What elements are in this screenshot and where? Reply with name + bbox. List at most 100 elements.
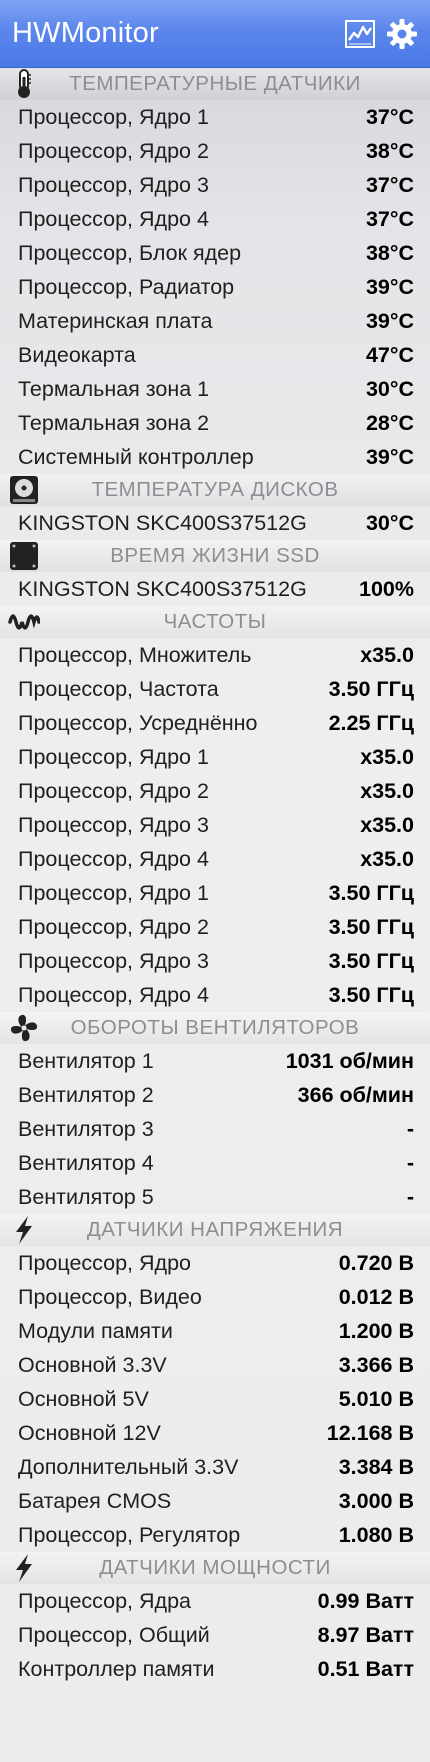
sensor-value: 1.080 В [338,1522,414,1547]
sensor-value: x35.0 [360,846,414,871]
sensor-label: Процессор, Ядро 4 [18,206,209,231]
sensor-row: Процессор, Регулятор 1.080 В [0,1518,430,1552]
section-title: ДАТЧИКИ НАПРЯЖЕНИЯ [86,1218,344,1241]
sensor-label: Вентилятор 3 [18,1116,154,1141]
sensor-value: 3.50 ГГц [328,914,414,939]
section-header-fans: ОБОРОТЫ ВЕНТИЛЯТОРОВ [0,1012,430,1044]
toolbar [344,18,418,50]
sensor-label: Процессор, Ядро 1 [18,104,209,129]
sensor-value: 100% [359,576,414,601]
lightning-icon [8,1216,40,1244]
sensor-value: 3.50 ГГц [328,880,414,905]
sensor-label: Процессор, Общий [18,1622,210,1647]
sensor-row: Процессор, Радиатор 39°C [0,270,430,304]
chart-icon[interactable] [344,18,376,50]
sensor-label: Видеокарта [18,342,136,367]
section-title: ТЕМПЕРАТУРА ДИСКОВ [91,478,339,501]
sensor-row: Процессор, Ядро 4 3.50 ГГц [0,978,430,1012]
section-title: ДАТЧИКИ МОЩНОСТИ [99,1556,331,1579]
sensor-label: Процессор, Ядро 3 [18,172,209,197]
sensor-row: Вентилятор 3 - [0,1112,430,1146]
sensor-row: Батарея CMOS 3.000 В [0,1484,430,1518]
sensor-row: Термальная зона 2 28°C [0,406,430,440]
app-title: HWMonitor [12,17,159,49]
sensor-value: 0.99 Ватт [317,1588,414,1613]
sensor-label: Термальная зона 2 [18,410,210,435]
sensor-label: Вентилятор 4 [18,1150,154,1175]
sensor-row: KINGSTON SKC400S37512G 100% [0,572,430,606]
sensor-value: 1.200 В [338,1318,414,1343]
sensor-label: KINGSTON SKC400S37512G [18,576,307,601]
sensor-label: Основной 12V [18,1420,161,1445]
sensor-label: Вентилятор 1 [18,1048,154,1073]
sensor-label: Вентилятор 2 [18,1082,154,1107]
section-title: ОБОРОТЫ ВЕНТИЛЯТОРОВ [70,1016,360,1039]
sensor-label: Процессор, Ядра [18,1588,191,1613]
thermometer-icon [8,69,40,98]
section-title: ВРЕМЯ ЖИЗНИ SSD [110,544,320,567]
sensor-row: Процессор, Ядро 2 38°C [0,134,430,168]
sensor-value: 366 об/мин [297,1082,414,1107]
sensor-row: Процессор, Ядро 3 3.50 ГГц [0,944,430,978]
section-header-voltages: ДАТЧИКИ НАПРЯЖЕНИЯ [0,1214,430,1246]
sensor-row: Модули памяти 1.200 В [0,1314,430,1348]
sensor-value: 3.50 ГГц [328,676,414,701]
sensor-row: Системный контроллер 39°C [0,440,430,474]
section-title: ТЕМПЕРАТУРНЫЕ ДАТЧИКИ [69,72,361,95]
sensor-value: 37°C [365,104,414,129]
sensor-label: KINGSTON SKC400S37512G [18,510,307,535]
sensor-row: Процессор, Ядро 1 x35.0 [0,740,430,774]
section-header-power: ДАТЧИКИ МОЩНОСТИ [0,1552,430,1584]
sensor-value: x35.0 [360,778,414,803]
sensor-label: Процессор, Ядро 4 [18,846,209,871]
sensor-label: Процессор, Регулятор [18,1522,241,1547]
sensor-label: Процессор, Ядро 4 [18,982,209,1007]
sensor-row: Процессор, Усреднённо 2.25 ГГц [0,706,430,740]
sensor-value: - [406,1150,414,1175]
sensor-label: Основной 5V [18,1386,149,1411]
sensor-row: Контроллер памяти 0.51 Ватт [0,1652,430,1686]
sensor-value: 3.50 ГГц [328,982,414,1007]
sensor-value: 28°C [365,410,414,435]
sensor-value: x35.0 [360,812,414,837]
sensor-row: Процессор, Ядро 2 x35.0 [0,774,430,808]
sensor-value: 8.97 Ватт [317,1622,414,1647]
sensor-label: Процессор, Ядро [18,1250,191,1275]
sensor-row: Вентилятор 2 366 об/мин [0,1078,430,1112]
sensor-row: Процессор, Блок ядер 38°C [0,236,430,270]
sensor-row: KINGSTON SKC400S37512G 30°C [0,506,430,540]
sensor-label: Вентилятор 5 [18,1184,154,1209]
sensor-row: Процессор, Ядро 4 37°C [0,202,430,236]
sensor-label: Процессор, Ядро 1 [18,744,209,769]
sensor-value: 0.720 В [338,1250,414,1275]
sensor-label: Процессор, Блок ядер [18,240,242,265]
sensor-row: Основной 5V 5.010 В [0,1382,430,1416]
sensor-value: 37°C [365,172,414,197]
sensor-value: 3.366 В [338,1352,414,1377]
sensor-value: 39°C [365,444,414,469]
sensor-row: Процессор, Ядро 4 x35.0 [0,842,430,876]
sensor-label: Процессор, Ядро 2 [18,778,209,803]
sensor-row: Процессор, Ядро 2 3.50 ГГц [0,910,430,944]
ssd-icon [8,542,40,570]
gear-icon[interactable] [386,18,418,50]
section-title: ЧАСТОТЫ [163,610,267,633]
sensor-value: x35.0 [360,744,414,769]
sensor-label: Модули памяти [18,1318,173,1343]
sensor-value: 12.168 В [326,1420,414,1445]
sensor-value: x35.0 [360,642,414,667]
sensor-value: - [406,1184,414,1209]
sensor-label: Основной 3.3V [18,1352,167,1377]
sensor-label: Процессор, Ядро 1 [18,880,209,905]
sensor-row: Термальная зона 1 30°C [0,372,430,406]
sensor-label: Процессор, Ядро 2 [18,138,209,163]
sensor-label: Системный контроллер [18,444,254,469]
sensor-row: Процессор, Частота 3.50 ГГц [0,672,430,706]
sensor-row: Процессор, Ядро 3 x35.0 [0,808,430,842]
sensor-value: 47°C [365,342,414,367]
sensor-label: Дополнительный 3.3V [18,1454,239,1479]
sensor-value: 38°C [365,240,414,265]
sensor-label: Процессор, Множитель [18,642,252,667]
sensor-row: Процессор, Ядро 0.720 В [0,1246,430,1280]
frequency-wave-icon [8,608,40,636]
